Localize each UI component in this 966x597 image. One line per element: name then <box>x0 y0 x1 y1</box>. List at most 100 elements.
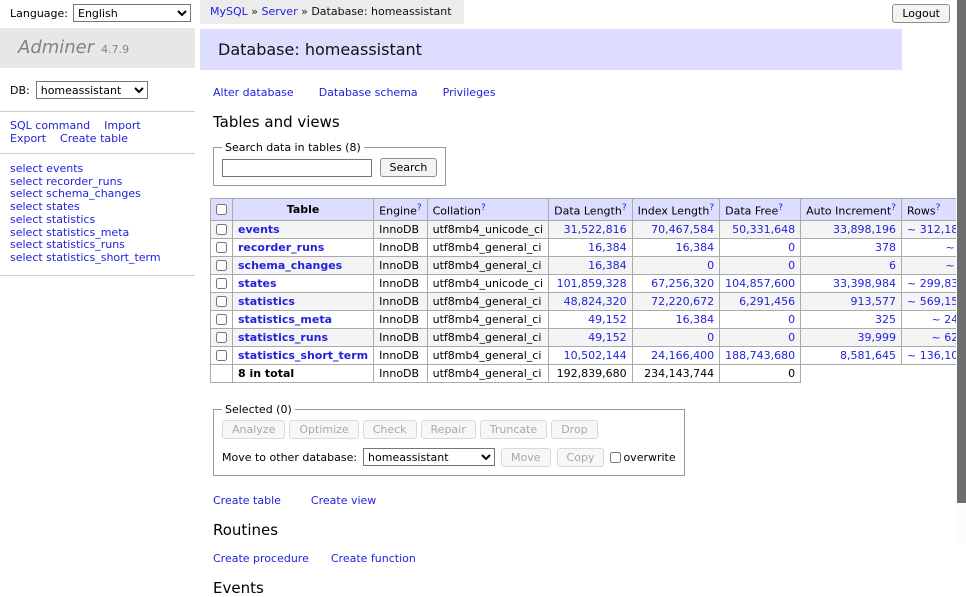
link-create-view[interactable]: Create view <box>311 494 376 507</box>
search-input[interactable] <box>222 159 372 177</box>
move-db-select[interactable]: homeassistant <box>363 448 495 466</box>
auto-increment-link[interactable]: 33,398,984 <box>833 277 896 290</box>
index-length-link[interactable]: 16,384 <box>676 241 715 254</box>
row-checkbox[interactable] <box>216 350 227 361</box>
collation-cell: utf8mb4_general_ci <box>427 238 548 256</box>
auto-increment-link[interactable]: 8,581,645 <box>840 349 896 362</box>
row-checkbox[interactable] <box>216 278 227 289</box>
help-link-engine[interactable]: ? <box>417 203 422 213</box>
breadcrumb-link-mysql[interactable]: MySQL <box>210 5 248 18</box>
index-length-link[interactable]: 67,256,320 <box>651 277 714 290</box>
sidebar-action-import[interactable]: Import <box>104 119 141 132</box>
data-free-link[interactable]: 0 <box>788 241 795 254</box>
data-length-link[interactable]: 49,152 <box>588 313 627 326</box>
data-length-link[interactable]: 16,384 <box>588 241 627 254</box>
data-free-link[interactable]: 0 <box>788 313 795 326</box>
link-database-schema[interactable]: Database schema <box>319 86 418 99</box>
data-length-link[interactable]: 101,859,328 <box>557 277 627 290</box>
analyze-button[interactable]: Analyze <box>222 420 285 439</box>
auto-increment-link[interactable]: 378 <box>875 241 896 254</box>
help-link-data-length[interactable]: ? <box>622 203 627 213</box>
data-free-link[interactable]: 50,331,648 <box>732 223 795 236</box>
data-length-link[interactable]: 31,522,816 <box>564 223 627 236</box>
row-checkbox[interactable] <box>216 296 227 307</box>
data-free-cell: 188,743,680 <box>720 346 801 364</box>
data-length-link[interactable]: 16,384 <box>588 259 627 272</box>
language-select[interactable]: English <box>73 4 191 22</box>
data-free-link[interactable]: 0 <box>788 259 795 272</box>
index-length-link[interactable]: 72,220,672 <box>651 295 714 308</box>
sidebar-action-export[interactable]: Export <box>10 132 46 145</box>
data-length-link[interactable]: 49,152 <box>588 331 627 344</box>
data-length-link[interactable]: 10,502,144 <box>564 349 627 362</box>
drop-button[interactable]: Drop <box>551 420 597 439</box>
sidebar-item-select-events[interactable]: select events <box>10 163 195 176</box>
table-name-cell: events <box>233 220 374 238</box>
data-free-link[interactable]: 0 <box>788 331 795 344</box>
index-length-cell: 16,384 <box>632 238 720 256</box>
data-free-link[interactable]: 6,291,456 <box>739 295 795 308</box>
truncate-button[interactable]: Truncate <box>480 420 547 439</box>
repair-button[interactable]: Repair <box>421 420 476 439</box>
routines-heading: Routines <box>213 521 902 539</box>
data-free-link[interactable]: 188,743,680 <box>725 349 795 362</box>
row-checkbox[interactable] <box>216 224 227 235</box>
index-length-link[interactable]: 70,467,584 <box>651 223 714 236</box>
help-link-rows[interactable]: ? <box>936 203 941 213</box>
row-checkbox[interactable] <box>216 260 227 271</box>
copy-button[interactable]: Copy <box>557 448 605 467</box>
link-create-procedure[interactable]: Create procedure <box>213 552 309 565</box>
row-checkbox[interactable] <box>216 314 227 325</box>
sidebar-item-select-statistics[interactable]: select statistics <box>10 214 195 227</box>
data-length-cell: 16,384 <box>549 238 632 256</box>
total-index-length: 234,143,744 <box>632 364 720 382</box>
move-button[interactable]: Move <box>501 448 551 467</box>
page-title: Database: homeassistant <box>200 29 902 70</box>
table-link-statistics-meta[interactable]: statistics_meta <box>238 313 332 326</box>
help-link-collation[interactable]: ? <box>481 203 486 213</box>
data-length-link[interactable]: 48,824,320 <box>564 295 627 308</box>
table-link-events[interactable]: events <box>238 223 280 236</box>
index-length-link[interactable]: 24,166,400 <box>651 349 714 362</box>
sidebar-action-sql-command[interactable]: SQL command <box>10 119 90 132</box>
link-create-function[interactable]: Create function <box>331 552 416 565</box>
table-link-schema-changes[interactable]: schema_changes <box>238 259 342 272</box>
index-length-link[interactable]: 0 <box>707 331 714 344</box>
routines-links: Create procedure Create function <box>213 552 902 565</box>
table-link-statistics[interactable]: statistics <box>238 295 295 308</box>
table-link-statistics-short-term[interactable]: statistics_short_term <box>238 349 368 362</box>
index-length-link[interactable]: 0 <box>707 259 714 272</box>
sidebar-item-select-states[interactable]: select states <box>10 201 195 214</box>
link-privileges[interactable]: Privileges <box>443 86 496 99</box>
help-link-data-free[interactable]: ? <box>778 203 783 213</box>
row-checkbox[interactable] <box>216 242 227 253</box>
table-link-statistics-runs[interactable]: statistics_runs <box>238 331 328 344</box>
table-link-recorder-runs[interactable]: recorder_runs <box>238 241 324 254</box>
auto-increment-link[interactable]: 913,577 <box>851 295 897 308</box>
table-link-states[interactable]: states <box>238 277 277 290</box>
auto-increment-link[interactable]: 39,999 <box>858 331 897 344</box>
auto-increment-link[interactable]: 6 <box>889 259 896 272</box>
index-length-link[interactable]: 16,384 <box>676 313 715 326</box>
help-link-index-length[interactable]: ? <box>709 203 714 213</box>
auto-increment-link[interactable]: 325 <box>875 313 896 326</box>
select-all-checkbox[interactable] <box>216 204 227 215</box>
scrollbar-track[interactable] <box>956 0 966 543</box>
logout-button[interactable]: Logout <box>892 4 950 23</box>
help-link-auto-increment[interactable]: ? <box>891 203 896 213</box>
sidebar-action-create-table[interactable]: Create table <box>60 132 128 145</box>
overwrite-checkbox[interactable] <box>610 452 621 463</box>
check-button[interactable]: Check <box>363 420 417 439</box>
auto-increment-link[interactable]: 33,898,196 <box>833 223 896 236</box>
data-free-link[interactable]: 104,857,600 <box>725 277 795 290</box>
search-button[interactable]: Search <box>380 158 438 177</box>
db-select[interactable]: homeassistant <box>36 81 148 99</box>
row-checkbox[interactable] <box>216 332 227 343</box>
breadcrumb-separator: » <box>298 5 312 18</box>
link-create-table[interactable]: Create table <box>213 494 281 507</box>
link-alter-database[interactable]: Alter database <box>213 86 294 99</box>
sidebar-item-select-statistics-short-term[interactable]: select statistics_short_term <box>10 252 195 265</box>
scrollbar-thumb[interactable] <box>957 0 966 503</box>
breadcrumb-link-server[interactable]: Server <box>262 5 298 18</box>
optimize-button[interactable]: Optimize <box>289 420 358 439</box>
